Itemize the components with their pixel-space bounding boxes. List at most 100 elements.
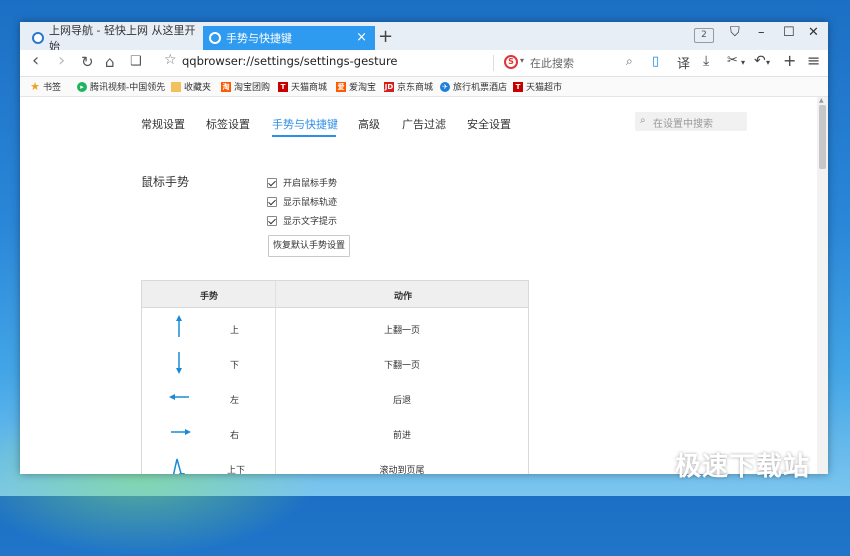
settings-gear-icon bbox=[209, 32, 221, 44]
gesture-action: 下翻一页 bbox=[383, 361, 420, 371]
skin-icon[interactable]: ⛉ bbox=[730, 25, 740, 40]
travel-icon: ✈ bbox=[440, 81, 450, 92]
browser-window: 上网导航 - 轻快上网 从这里开始 手势与快捷键 × + 2 ⛉ – ☐ ✕ ‹… bbox=[20, 22, 828, 474]
column-header-gesture: 手势 bbox=[200, 292, 219, 302]
arrow-up-down-icon bbox=[172, 458, 185, 474]
section-title: 鼠标手势 bbox=[141, 175, 190, 189]
menu-tabs[interactable]: 标签设置 bbox=[206, 116, 250, 132]
chevron-down-icon[interactable]: ▾ bbox=[741, 58, 745, 67]
scroll-up-icon[interactable]: ▲ bbox=[819, 97, 824, 104]
folder-icon bbox=[171, 81, 181, 92]
menu-ad-filter[interactable]: 广告过滤 bbox=[402, 116, 446, 132]
gesture-action: 上翻一页 bbox=[383, 326, 420, 336]
gesture-name: 下 bbox=[230, 361, 240, 371]
bookmark-item[interactable]: T 天猫商城 bbox=[278, 80, 327, 93]
settings-search-input[interactable]: 在设置中搜索 bbox=[653, 115, 713, 130]
table-row[interactable]: 左 后退 bbox=[142, 381, 528, 416]
tab-navigation[interactable]: 上网导航 - 轻快上网 从这里开始 bbox=[26, 24, 206, 53]
bookmark-item[interactable]: 收藏夹 bbox=[171, 80, 211, 93]
table-row[interactable]: 下 下翻一页 bbox=[142, 346, 528, 381]
menu-advanced[interactable]: 高级 bbox=[358, 116, 380, 132]
maximize-button[interactable]: ☐ bbox=[783, 25, 795, 40]
close-window-button[interactable]: ✕ bbox=[808, 25, 819, 40]
bookmark-item[interactable]: JD 京东商城 bbox=[384, 80, 433, 93]
gesture-name: 上下 bbox=[227, 466, 246, 474]
menu-general[interactable]: 常规设置 bbox=[141, 116, 185, 132]
gesture-name: 右 bbox=[230, 431, 240, 441]
checkbox-checked-icon[interactable] bbox=[267, 196, 277, 207]
bookmarks-bar: ★ 书签 ▸ 腾讯视频-中国领先 收藏夹 淘 淘宝团购 T 天猫商城 爱 爱淘宝… bbox=[20, 77, 828, 97]
search-icon: ⌕ bbox=[640, 115, 646, 126]
bookmark-item[interactable]: ★ 书签 bbox=[30, 79, 61, 94]
bookmark-item[interactable]: 爱 爱淘宝 bbox=[336, 80, 376, 93]
table-row[interactable]: 右 前进 bbox=[142, 416, 528, 451]
chevron-down-icon[interactable]: ▾ bbox=[520, 56, 524, 65]
scrollbar-thumb[interactable] bbox=[819, 105, 826, 169]
arrow-left-icon bbox=[169, 394, 189, 400]
gesture-action: 滚动到页尾 bbox=[379, 466, 425, 474]
home-button[interactable]: ⌂ bbox=[105, 53, 115, 71]
tab-gesture-settings[interactable]: 手势与快捷键 × bbox=[203, 26, 375, 50]
reader-mode-icon[interactable]: ❑ bbox=[130, 54, 142, 69]
search-icon[interactable]: ⌕ bbox=[626, 54, 633, 69]
download-icon[interactable]: ⤓ bbox=[703, 53, 709, 69]
settings-search-box[interactable]: ⌕ 在设置中搜索 bbox=[635, 112, 747, 131]
checkbox-show-hint[interactable]: 显示文字提示 bbox=[267, 214, 337, 227]
bookmark-star-icon[interactable]: ☆ bbox=[164, 52, 177, 68]
back-button[interactable]: ‹ bbox=[32, 50, 39, 71]
star-icon: ★ bbox=[30, 79, 40, 93]
add-icon[interactable]: + bbox=[783, 51, 796, 70]
table-row[interactable]: 上 上翻一页 bbox=[142, 311, 528, 346]
gesture-action: 前进 bbox=[392, 431, 411, 441]
bookmark-item[interactable]: ✈ 旅行机票酒店 bbox=[440, 80, 507, 93]
browser-logo-icon bbox=[32, 32, 44, 44]
main-menu-icon[interactable]: ≡ bbox=[807, 51, 820, 70]
watermark-text: 极速下载站 bbox=[675, 452, 811, 482]
address-divider bbox=[493, 55, 494, 71]
search-box[interactable]: S ▾ 在此搜索 ⌕ bbox=[502, 52, 640, 72]
new-tab-button[interactable]: + bbox=[378, 26, 393, 48]
aitaobao-icon: 爱 bbox=[336, 81, 346, 92]
bookmark-item[interactable]: T 天猫超市 bbox=[513, 80, 562, 93]
gesture-action: 后退 bbox=[392, 396, 411, 406]
arrow-down-icon bbox=[176, 352, 182, 374]
translate-button[interactable]: 译 bbox=[677, 53, 690, 72]
menu-gestures[interactable]: 手势与快捷键 bbox=[272, 116, 338, 132]
reload-button[interactable]: ↻ bbox=[81, 53, 94, 71]
tab-title: 手势与快捷键 bbox=[226, 32, 292, 45]
search-engine-icon[interactable]: S bbox=[504, 55, 518, 69]
address-bar[interactable]: qqbrowser://settings/settings-gesture bbox=[182, 54, 398, 68]
screenshot-scissors-icon[interactable]: ✂ bbox=[727, 53, 738, 68]
bookmark-item[interactable]: ▸ 腾讯视频-中国领先 bbox=[77, 80, 165, 93]
search-input[interactable]: 在此搜索 bbox=[530, 55, 574, 71]
taobao-icon: 淘 bbox=[221, 81, 231, 92]
checkbox-checked-icon[interactable] bbox=[267, 177, 277, 188]
navigation-toolbar: ‹ › ↻ ⌂ ❑ ☆ qqbrowser://settings/setting… bbox=[20, 50, 828, 77]
settings-page: 常规设置 标签设置 手势与快捷键 高级 广告过滤 安全设置 ⌕ 在设置中搜索 鼠… bbox=[20, 97, 817, 474]
tab-count-badge[interactable]: 2 bbox=[694, 28, 714, 43]
gesture-table: 手势 动作 上 上翻一页 下 下翻一页 左 后退 右 前进 上下 滚动到页尾 bbox=[141, 280, 529, 474]
reset-gestures-button[interactable]: 恢复默认手势设置 bbox=[268, 235, 350, 257]
checkbox-enable-gesture[interactable]: 开启鼠标手势 bbox=[267, 176, 337, 189]
bookmark-item[interactable]: 淘 淘宝团购 bbox=[221, 80, 270, 93]
table-row[interactable]: 上下 滚动到页尾 bbox=[142, 451, 528, 474]
chevron-down-icon[interactable]: ▾ bbox=[766, 58, 770, 67]
table-header: 手势 动作 bbox=[142, 281, 528, 308]
tmall-icon: T bbox=[513, 81, 523, 92]
active-menu-underline bbox=[272, 135, 336, 137]
minimize-button[interactable]: – bbox=[758, 25, 765, 40]
arrow-right-icon bbox=[171, 429, 191, 435]
arrow-up-icon bbox=[176, 315, 182, 337]
vertical-scrollbar[interactable]: ▲ bbox=[817, 97, 828, 474]
jd-icon: JD bbox=[384, 81, 394, 92]
gesture-name: 上 bbox=[230, 326, 240, 336]
checkbox-checked-icon[interactable] bbox=[267, 215, 277, 226]
tab-strip: 上网导航 - 轻快上网 从这里开始 手势与快捷键 × + 2 ⛉ – ☐ ✕ bbox=[20, 22, 828, 53]
undo-close-icon[interactable]: ↶ bbox=[754, 53, 766, 69]
tab-close-icon[interactable]: × bbox=[356, 30, 367, 45]
forward-button[interactable]: › bbox=[58, 50, 65, 71]
play-icon: ▸ bbox=[77, 81, 87, 92]
phone-icon[interactable]: ▯ bbox=[652, 54, 659, 69]
menu-security[interactable]: 安全设置 bbox=[467, 116, 511, 132]
checkbox-show-trail[interactable]: 显示鼠标轨迹 bbox=[267, 195, 337, 208]
